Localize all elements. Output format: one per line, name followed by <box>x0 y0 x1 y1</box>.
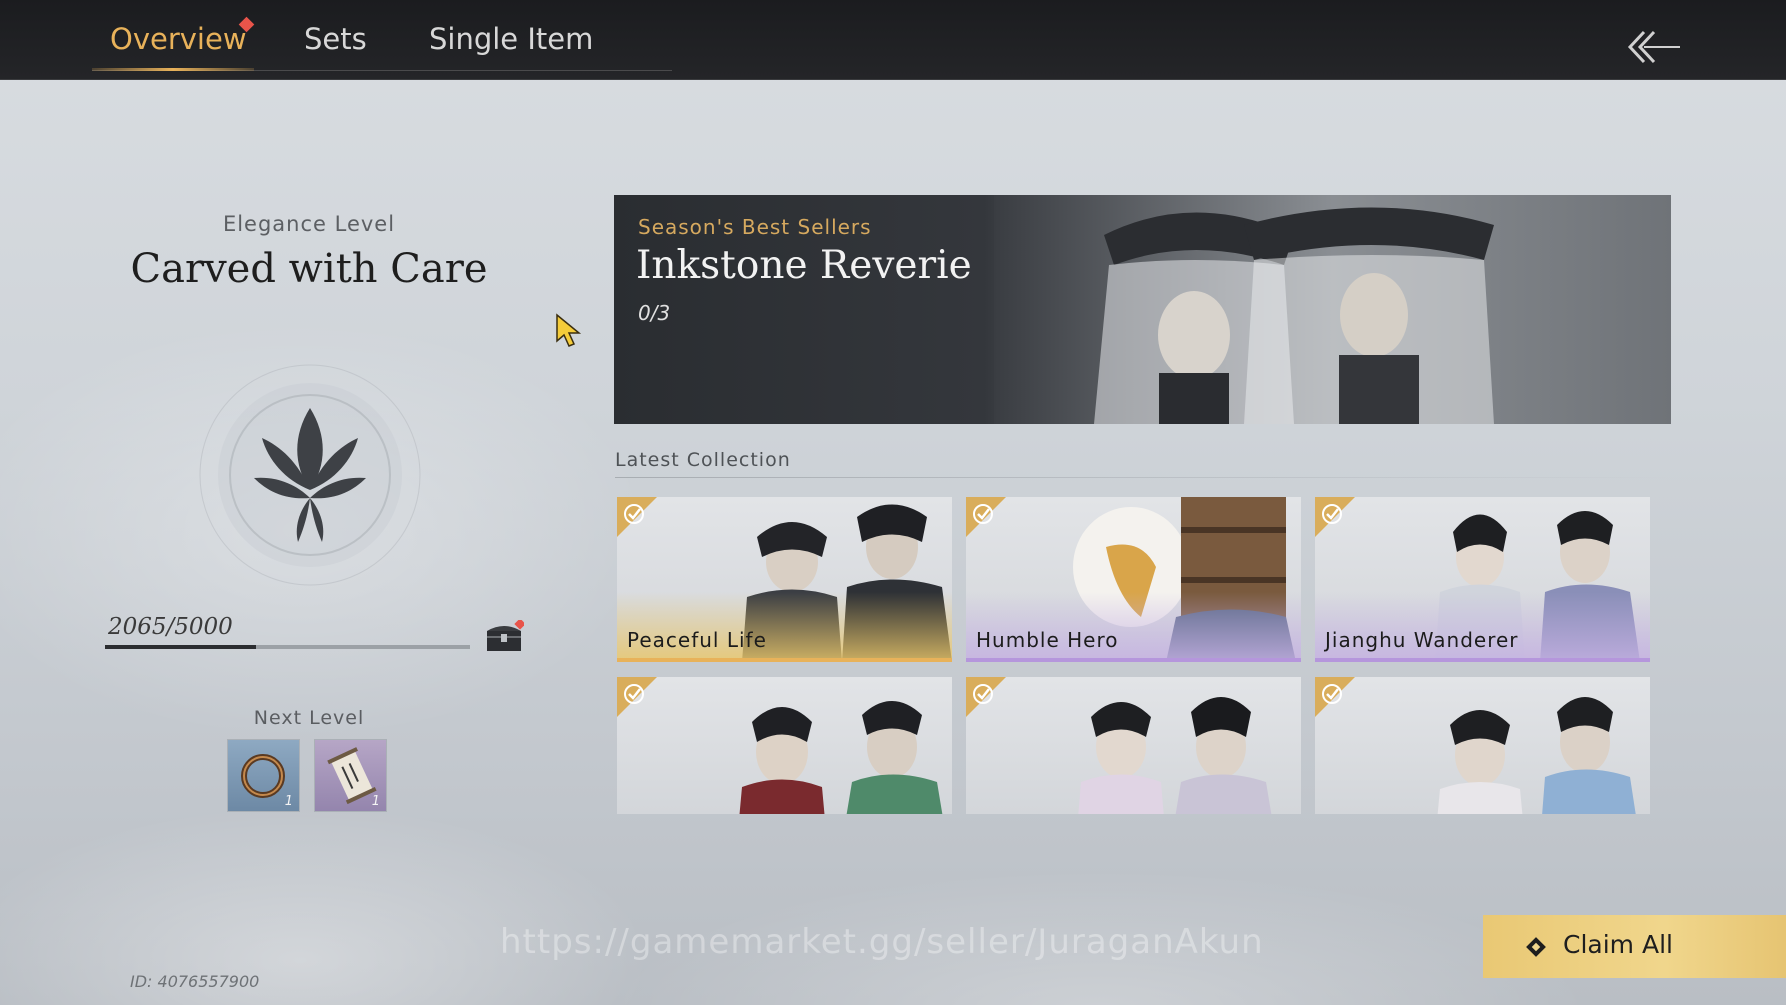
mouse-cursor-icon <box>556 313 582 347</box>
reward-bracelet[interactable]: 1 <box>227 739 300 812</box>
collection-card-name: Jianghu Wanderer <box>1325 628 1519 652</box>
elegance-progress-bar <box>105 645 470 649</box>
featured-set-banner[interactable]: Season's Best Sellers Inkstone Reverie 0… <box>614 195 1671 424</box>
diamond-icon <box>1526 937 1546 957</box>
tab-overview[interactable]: Overview <box>110 22 247 56</box>
elegance-progress-text: 2065/5000 <box>108 614 233 640</box>
claim-all-label: Claim All <box>1563 930 1673 959</box>
collection-card-name: Peaceful Life <box>627 628 767 652</box>
collection-card[interactable] <box>617 677 952 814</box>
latest-collection-label: Latest Collection <box>615 449 791 471</box>
banner-progress-count: 0/3 <box>638 301 671 325</box>
card-rarity-bar <box>1315 658 1650 662</box>
collection-card-peaceful-life[interactable]: Peaceful Life <box>617 497 952 662</box>
reward-count: 1 <box>284 794 293 809</box>
banner-title: Inkstone Reverie <box>636 243 972 288</box>
top-nav-bar: Overview Sets Single Item <box>0 0 1786 80</box>
claimed-check-icon <box>617 677 657 717</box>
section-divider <box>615 477 1671 478</box>
banner-characters-art <box>994 195 1671 424</box>
collection-card[interactable] <box>966 677 1301 814</box>
claimed-check-icon <box>1315 677 1355 717</box>
collection-card[interactable] <box>1315 677 1650 814</box>
outfit-characters-art <box>739 701 943 814</box>
collection-card-jianghu-wanderer[interactable]: Jianghu Wanderer <box>1315 497 1650 662</box>
claimed-check-icon <box>966 677 1006 717</box>
card-rarity-bar <box>966 658 1301 662</box>
outfit-characters-art <box>1437 697 1636 814</box>
claimed-check-icon <box>617 497 657 537</box>
elegance-level-title: Carved with Care <box>130 246 488 292</box>
treasure-chest-icon[interactable] <box>484 620 524 654</box>
outfit-characters-art <box>1078 697 1272 814</box>
elegance-progress-fill <box>105 645 256 649</box>
next-level-label: Next Level <box>253 707 365 729</box>
elegance-level-label: Elegance Level <box>222 212 396 236</box>
reward-scroll[interactable]: 1 <box>314 739 387 812</box>
banner-subtitle: Season's Best Sellers <box>638 215 872 239</box>
player-id: ID: 4076557900 <box>130 972 260 991</box>
card-rarity-bar <box>617 658 952 662</box>
url-watermark: https://gamemarket.gg/seller/JuraganAkun <box>500 922 1264 962</box>
tab-single-item[interactable]: Single Item <box>429 22 593 56</box>
reward-count: 1 <box>371 794 380 809</box>
claimed-check-icon <box>1315 497 1355 537</box>
tab-sets[interactable]: Sets <box>304 22 367 56</box>
collection-card-name: Humble Hero <box>976 628 1119 652</box>
claimed-check-icon <box>966 497 1006 537</box>
double-chevron-left-icon[interactable] <box>1622 26 1682 68</box>
claim-all-button[interactable]: Claim All <box>1483 915 1786 978</box>
collection-card-humble-hero[interactable]: Humble Hero <box>966 497 1301 662</box>
lotus-emblem-icon <box>199 364 421 586</box>
active-tab-indicator <box>92 68 254 71</box>
